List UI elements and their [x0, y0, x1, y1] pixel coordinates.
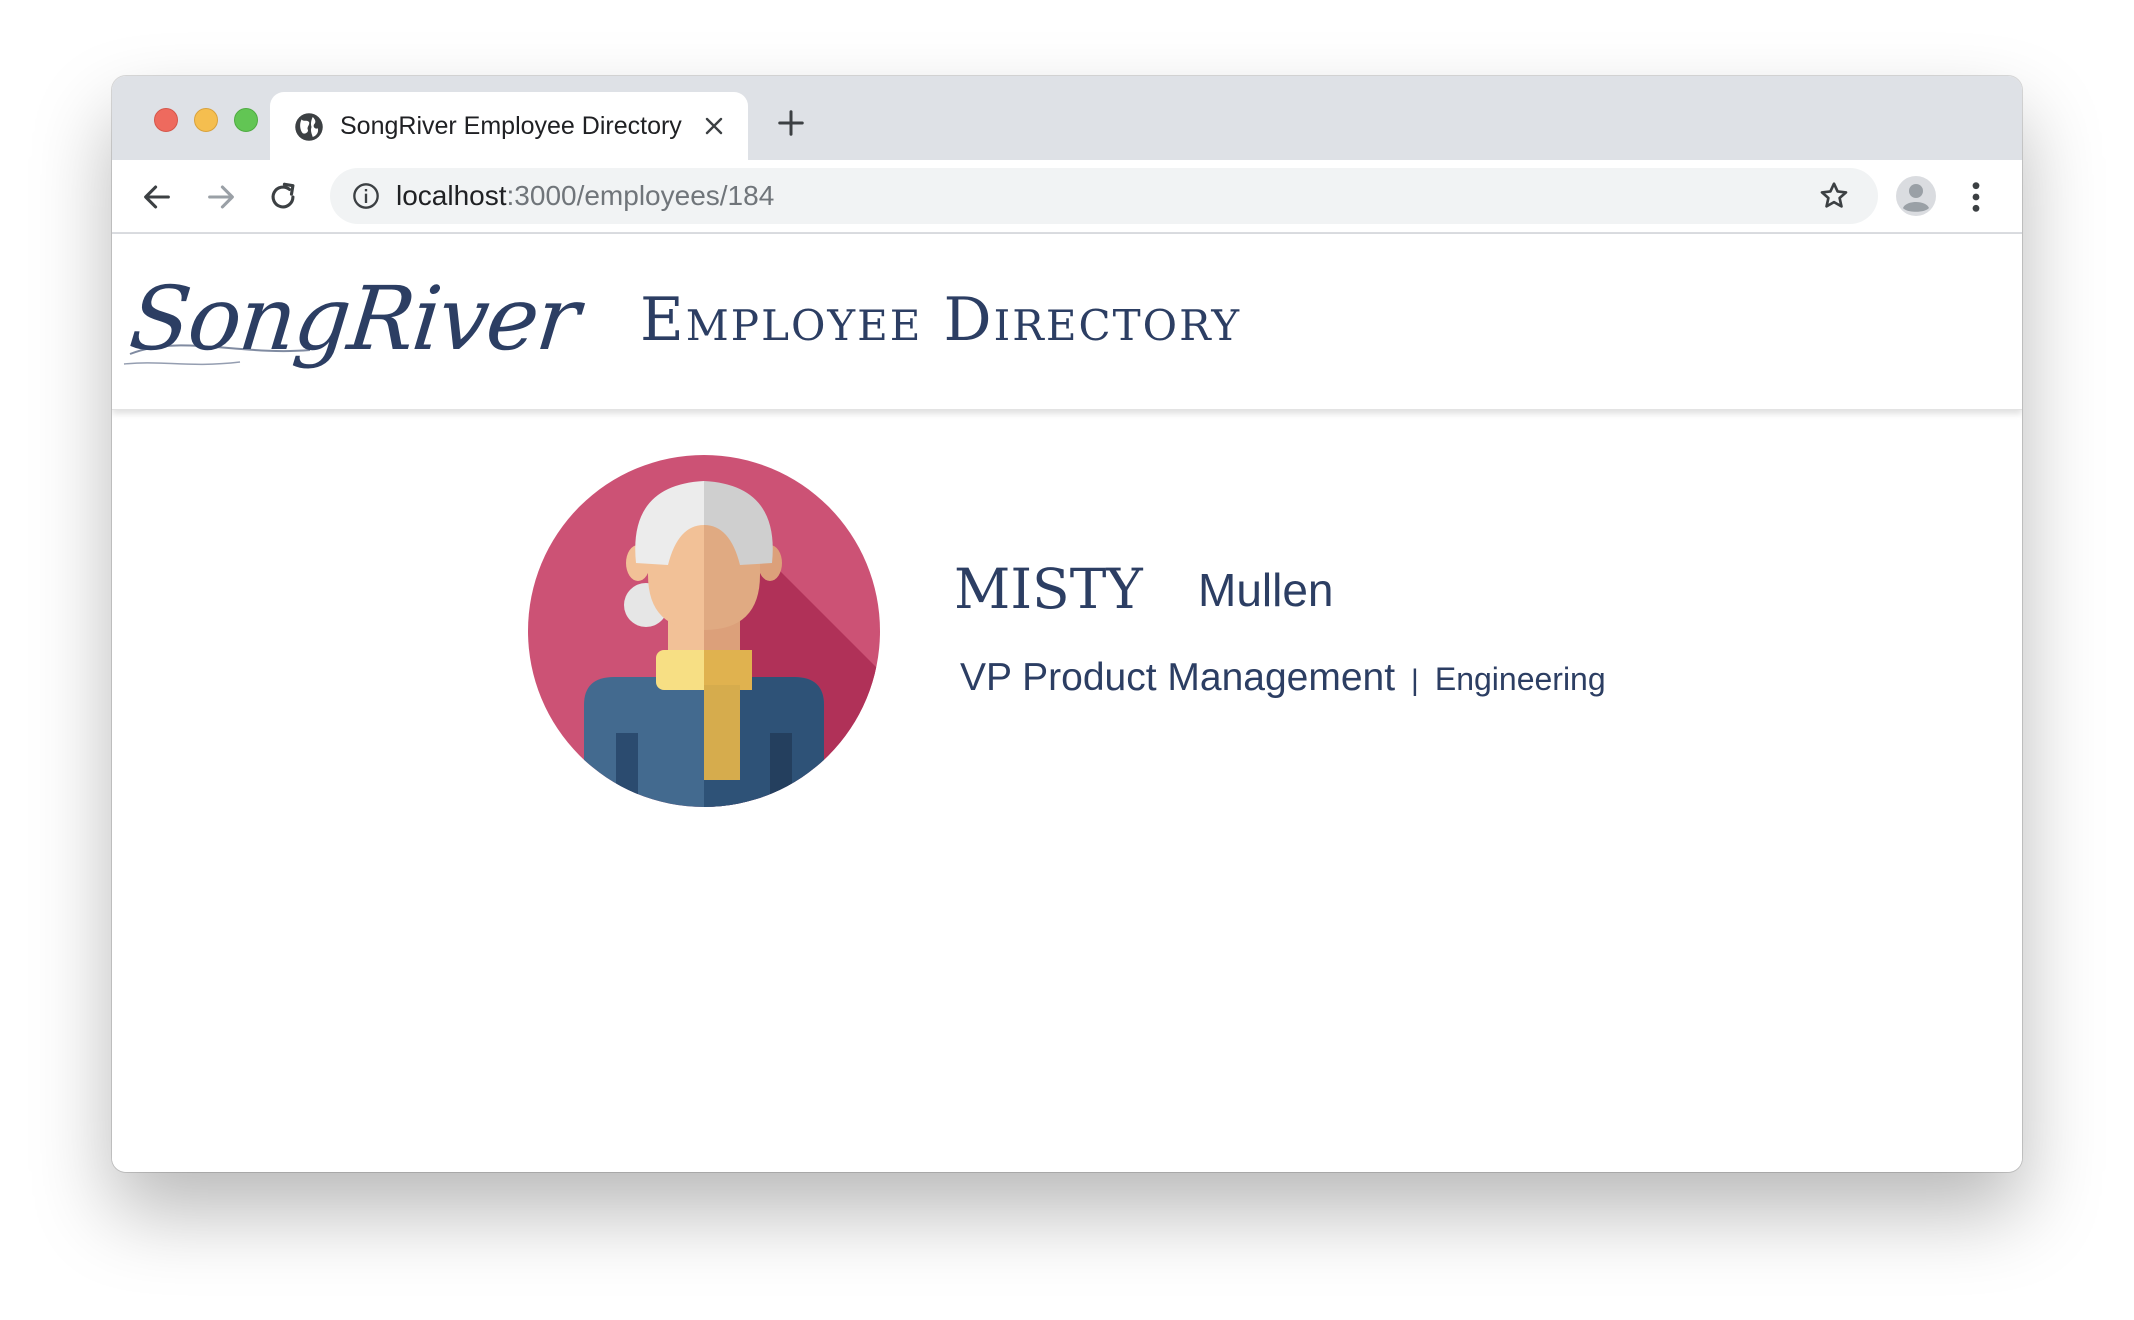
- tab-active[interactable]: SongRiver Employee Directory: [270, 92, 748, 160]
- url-text[interactable]: localhost:3000/employees/184: [396, 180, 774, 212]
- browser-window: SongRiver Employee Directory localhost:3…: [112, 76, 2022, 1172]
- page-title: Employee Directory: [640, 285, 1242, 355]
- tab-title: SongRiver Employee Directory: [340, 112, 682, 140]
- close-tab-icon[interactable]: [702, 114, 726, 138]
- page-content: SongRiver Employee Directory misty Mulle…: [112, 234, 2022, 1172]
- new-tab-icon[interactable]: [776, 108, 806, 138]
- maximize-window-button[interactable]: [234, 108, 258, 132]
- profile-avatar-icon[interactable]: [1896, 176, 1936, 216]
- employee-last-name: Mullen: [1198, 564, 1334, 616]
- employee-profile: Misty Mullen VP Product Management | Engin…: [112, 410, 2022, 1172]
- role-separator: |: [1411, 664, 1419, 697]
- back-arrow-icon[interactable]: [140, 180, 174, 214]
- reload-icon[interactable]: [266, 180, 300, 214]
- employee-first-name: Misty: [954, 537, 1143, 627]
- more-menu-icon[interactable]: [1966, 180, 1986, 214]
- bookmark-star-icon[interactable]: [1818, 180, 1850, 212]
- url-host: localhost: [396, 180, 507, 211]
- info-icon[interactable]: [352, 182, 380, 210]
- url-path: :3000/employees/184: [506, 180, 775, 211]
- employee-department: Engineering: [1434, 661, 1606, 697]
- songriver-logo[interactable]: SongRiver: [124, 264, 583, 384]
- address-bar[interactable]: localhost:3000/employees/184: [330, 168, 1878, 224]
- employee-job-title: VP Product Management: [960, 656, 1396, 699]
- tab-strip: SongRiver Employee Directory: [112, 76, 2022, 160]
- browser-toolbar: localhost:3000/employees/184: [112, 160, 2022, 234]
- forward-arrow-icon[interactable]: [204, 180, 238, 214]
- close-window-button[interactable]: [154, 108, 178, 132]
- employee-avatar: [528, 455, 880, 807]
- desktop-background: SongRiver Employee Directory localhost:3…: [0, 0, 2134, 1320]
- site-header: SongRiver Employee Directory: [112, 234, 2022, 410]
- globe-icon: [295, 113, 323, 141]
- employee-role-line: VP Product Management | Engineering: [960, 650, 1606, 706]
- minimize-window-button[interactable]: [194, 108, 218, 132]
